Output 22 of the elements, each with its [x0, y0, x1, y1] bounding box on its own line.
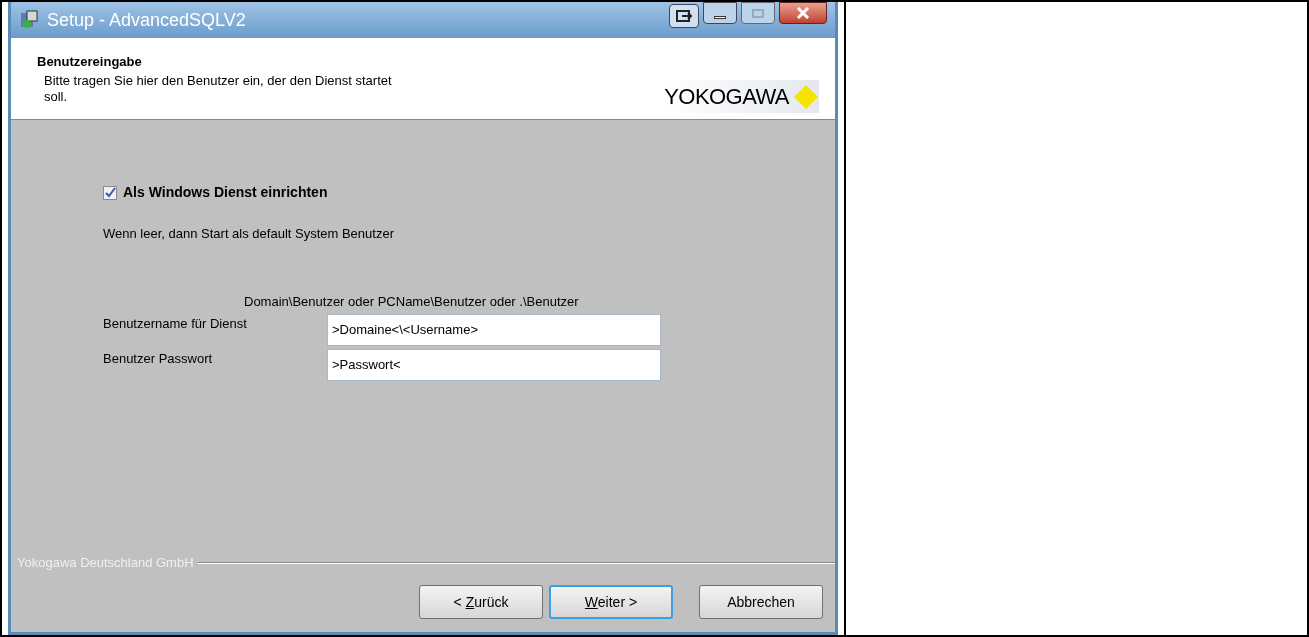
input-field[interactable]: >Passwort< [327, 349, 661, 381]
header-subtitle: Bitte tragen Sie hier den Benutzer ein, der den Dienst startet soll. [43, 72, 393, 105]
hint-text: Wenn leer, dann Start als default System Benutzer [103, 225, 395, 243]
close-icon [796, 7, 810, 19]
minimize-button[interactable] [703, 2, 737, 24]
window-title: Setup - AdvancedSQLV2 [47, 8, 247, 32]
dialog-button[interactable]: < Zurück [419, 585, 543, 619]
field-label: Benutzer Passwort [103, 350, 214, 368]
maximize-button[interactable] [741, 2, 775, 24]
window-switch-icon [676, 10, 692, 22]
format-hint: Domain\Benutzer oder PCName\Benutzer oder .\Benutzer [243, 292, 580, 311]
checkbox-label: Als Windows Dienst einrichten [123, 183, 328, 202]
switch-window-button[interactable] [669, 4, 699, 28]
yokogawa-logo: YOKOGAWA [664, 80, 819, 113]
dialog-button[interactable]: Abbrechen [699, 585, 823, 619]
input-field[interactable]: >Domaine<\<Username> [327, 314, 661, 346]
header-title: Benutzereingabe [37, 53, 143, 71]
setup-icon [19, 10, 39, 30]
dialog-button[interactable]: Weiter > [549, 585, 673, 619]
checkbox[interactable] [103, 185, 117, 200]
field-label: Benutzername für Dienst [103, 315, 248, 333]
close-button[interactable] [779, 2, 827, 24]
